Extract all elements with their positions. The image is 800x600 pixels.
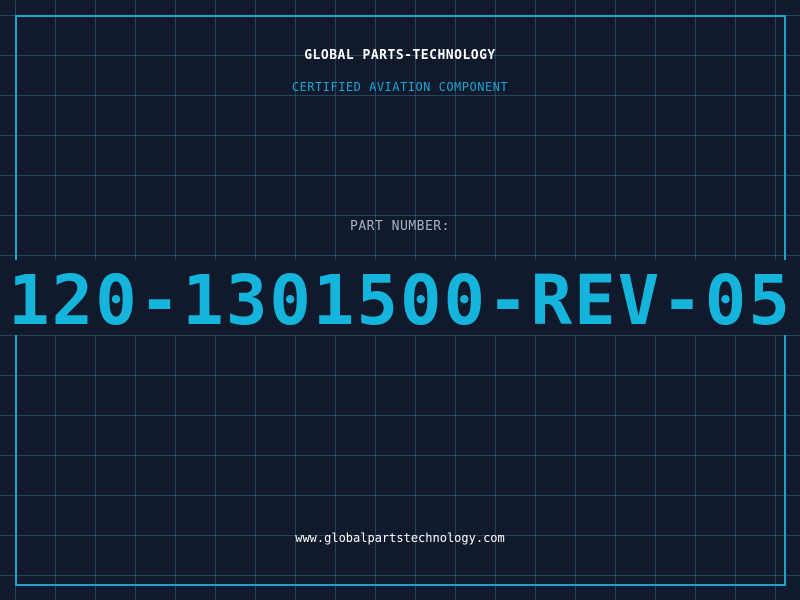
certificate-panel: GLOBAL PARTS-TECHNOLOGY CERTIFIED AVIATI… — [0, 0, 800, 600]
certification-subtitle: CERTIFIED AVIATION COMPONENT — [291, 80, 509, 94]
part-number-band: 120-1301500-REV-05 — [0, 260, 800, 335]
part-number-label: PART NUMBER: — [350, 219, 450, 234]
company-name: GLOBAL PARTS-TECHNOLOGY — [304, 48, 496, 63]
website-url: www.globalpartstechnology.com — [295, 531, 505, 545]
part-number-value: 120-1301500-REV-05 — [8, 261, 792, 336]
